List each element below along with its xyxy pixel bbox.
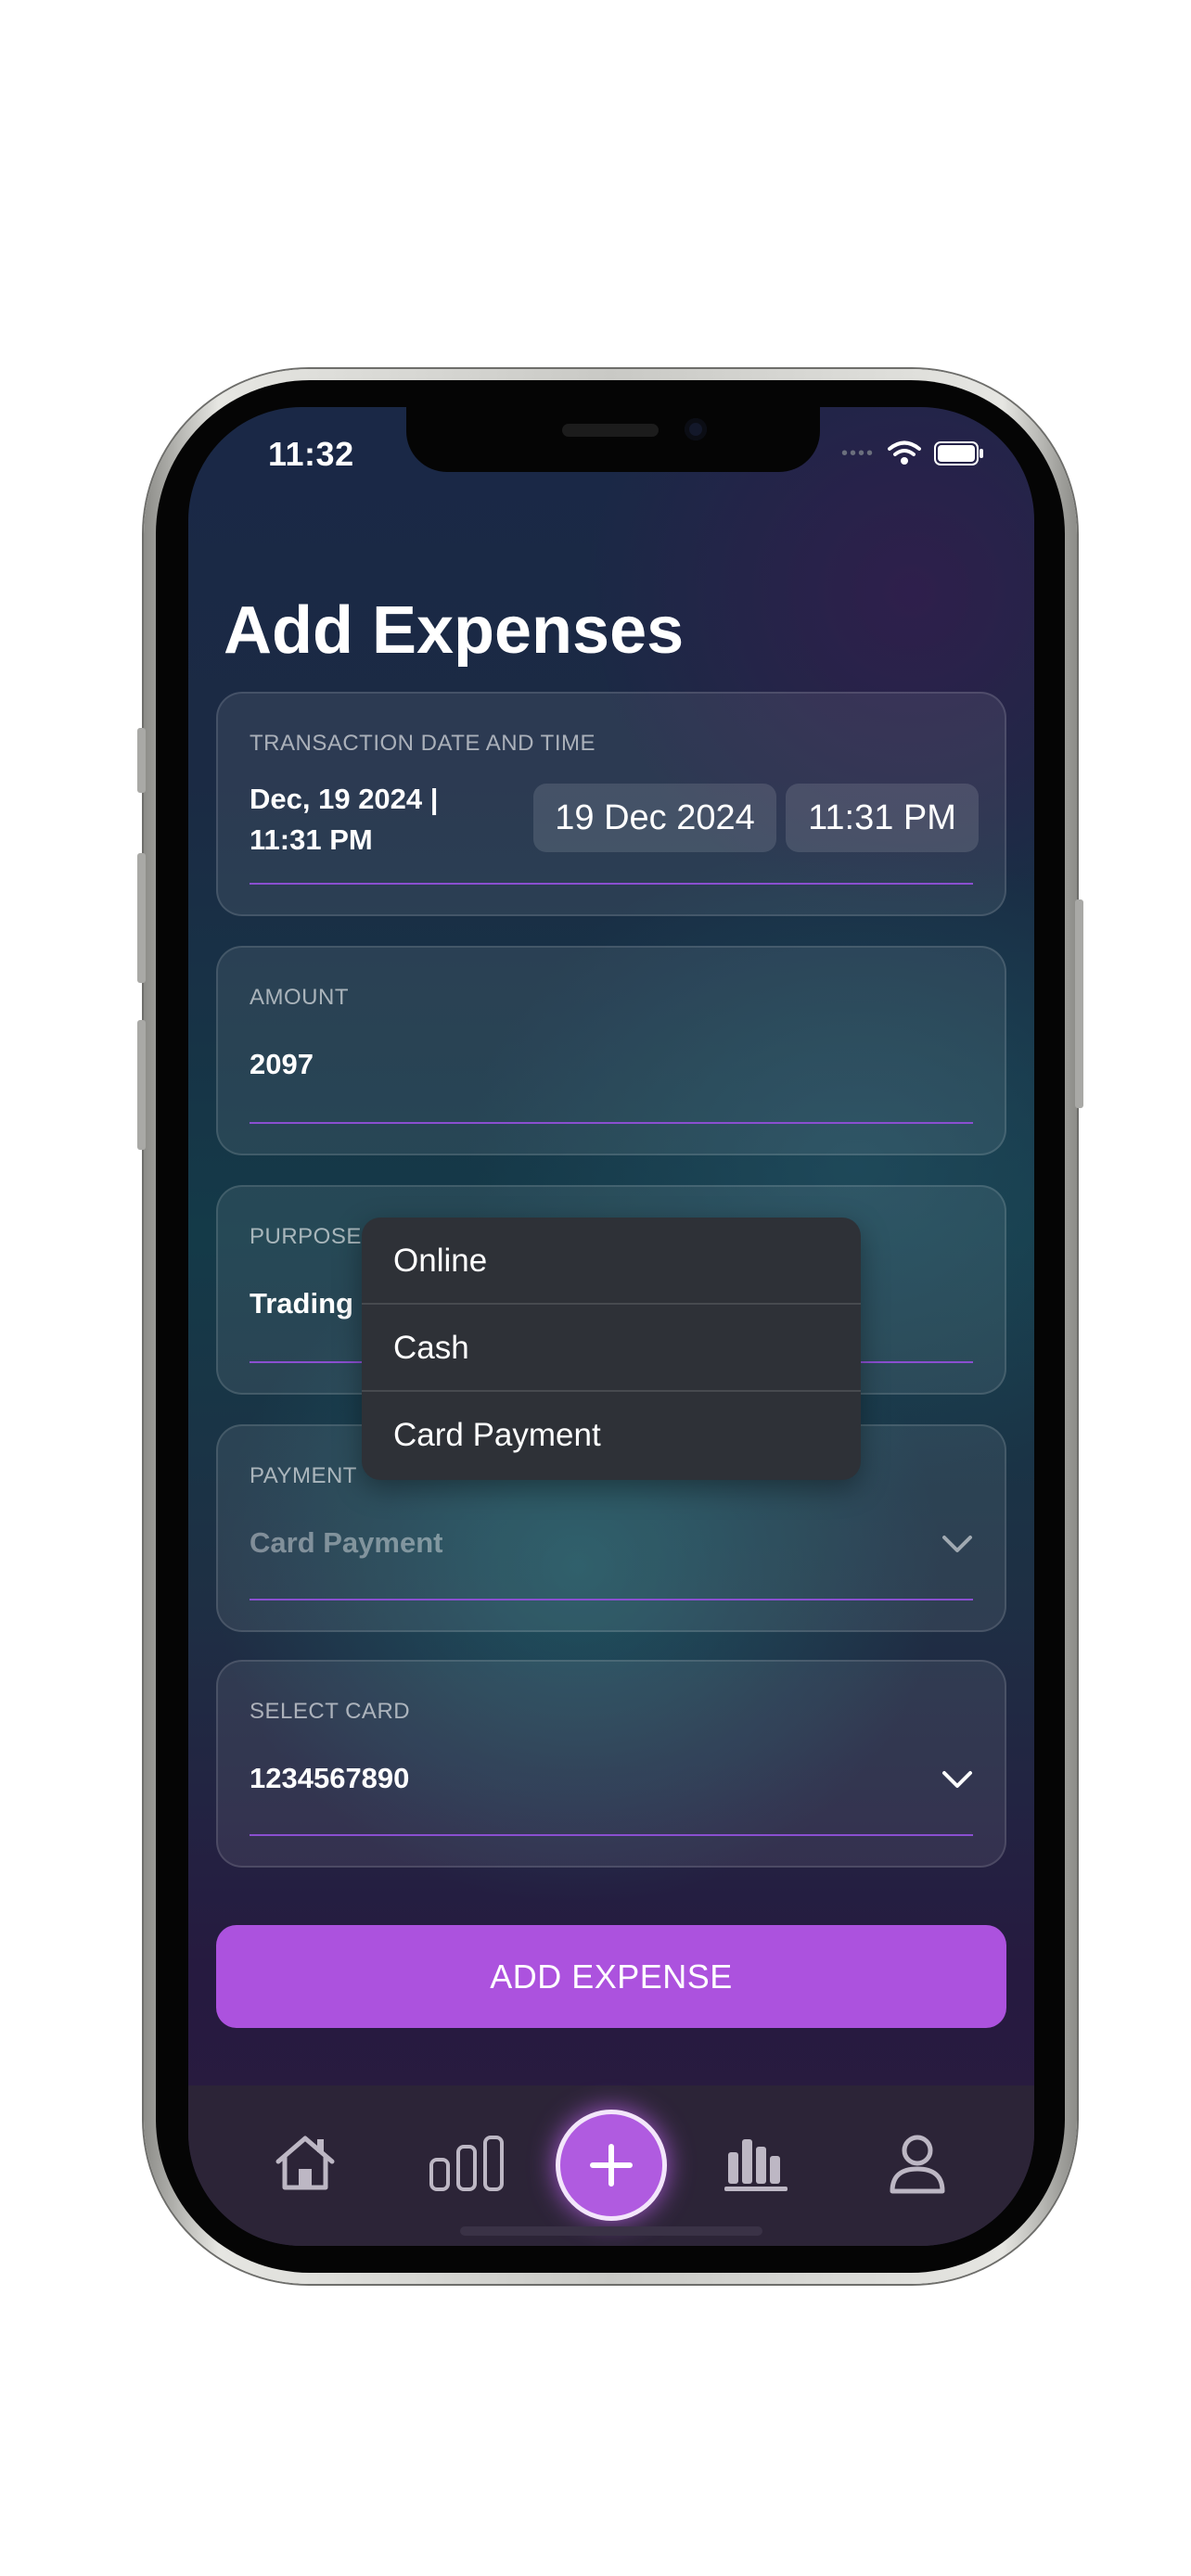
payment-underline <box>250 1599 973 1600</box>
profile-icon[interactable] <box>888 2134 947 2195</box>
dropdown-option-online[interactable]: Online <box>362 1218 861 1305</box>
transaction-datetime-label: TRANSACTION DATE AND TIME <box>250 731 596 756</box>
stats-icon[interactable] <box>723 2134 789 2193</box>
transaction-datetime-value-line2: 11:31 PM <box>250 823 373 856</box>
select-card-label: SELECT CARD <box>250 1699 411 1724</box>
chevron-down-icon <box>942 1771 972 1788</box>
amount-label: AMOUNT <box>250 985 349 1010</box>
time-picker-button[interactable]: 11:31 PM <box>786 784 979 852</box>
payment-method-dropdown: Online Cash Card Payment <box>362 1218 861 1480</box>
volume-up-button <box>137 853 146 983</box>
home-icon[interactable] <box>273 2134 338 2193</box>
app-screen: 11:32 •••• Add Expenses TRANSACTION DATE… <box>188 407 1034 2246</box>
dropdown-option-cash[interactable]: Cash <box>362 1305 861 1392</box>
volume-down-button <box>137 1020 146 1150</box>
add-fab-button[interactable] <box>556 2110 667 2221</box>
purpose-value: Trading <box>250 1287 353 1320</box>
tab-bar <box>188 2085 1034 2246</box>
transaction-datetime-card: TRANSACTION DATE AND TIME Dec, 19 2024 |… <box>216 692 1006 916</box>
select-card-select[interactable]: SELECT CARD 1234567890 <box>216 1660 1006 1868</box>
amount-underline <box>250 1122 973 1124</box>
select-card-value: 1234567890 <box>250 1762 410 1794</box>
bar-chart-outline-icon[interactable] <box>428 2134 506 2193</box>
wifi-icon <box>888 440 921 466</box>
battery-icon <box>934 440 984 466</box>
signal-icon: •••• <box>840 442 875 464</box>
status-time: 11:32 <box>268 435 354 473</box>
camera <box>685 418 707 440</box>
transaction-datetime-value-line1: Dec, 19 2024 | <box>250 783 439 815</box>
add-expense-button[interactable]: ADD EXPENSE <box>216 1925 1006 2028</box>
dropdown-option-card-payment[interactable]: Card Payment <box>362 1392 861 1479</box>
payment-method-label: PAYMENT <box>250 1463 357 1488</box>
status-icons: •••• <box>841 440 984 466</box>
payment-method-value: Card Payment <box>250 1526 443 1559</box>
amount-field[interactable]: AMOUNT 2097 <box>216 946 1006 1155</box>
speaker <box>562 424 659 437</box>
mute-switch <box>137 728 146 793</box>
notch <box>406 407 820 472</box>
chevron-down-icon <box>942 1536 972 1552</box>
purpose-label: PURPOSE <box>250 1224 362 1249</box>
power-button <box>1075 899 1083 1108</box>
home-indicator <box>460 2226 762 2236</box>
page-title: Add Expenses <box>224 593 685 668</box>
amount-value: 2097 <box>250 1048 314 1080</box>
date-picker-button[interactable]: 19 Dec 2024 <box>533 784 776 852</box>
plus-icon <box>590 2144 633 2187</box>
transaction-underline <box>250 883 973 885</box>
select-card-underline <box>250 1834 973 1836</box>
